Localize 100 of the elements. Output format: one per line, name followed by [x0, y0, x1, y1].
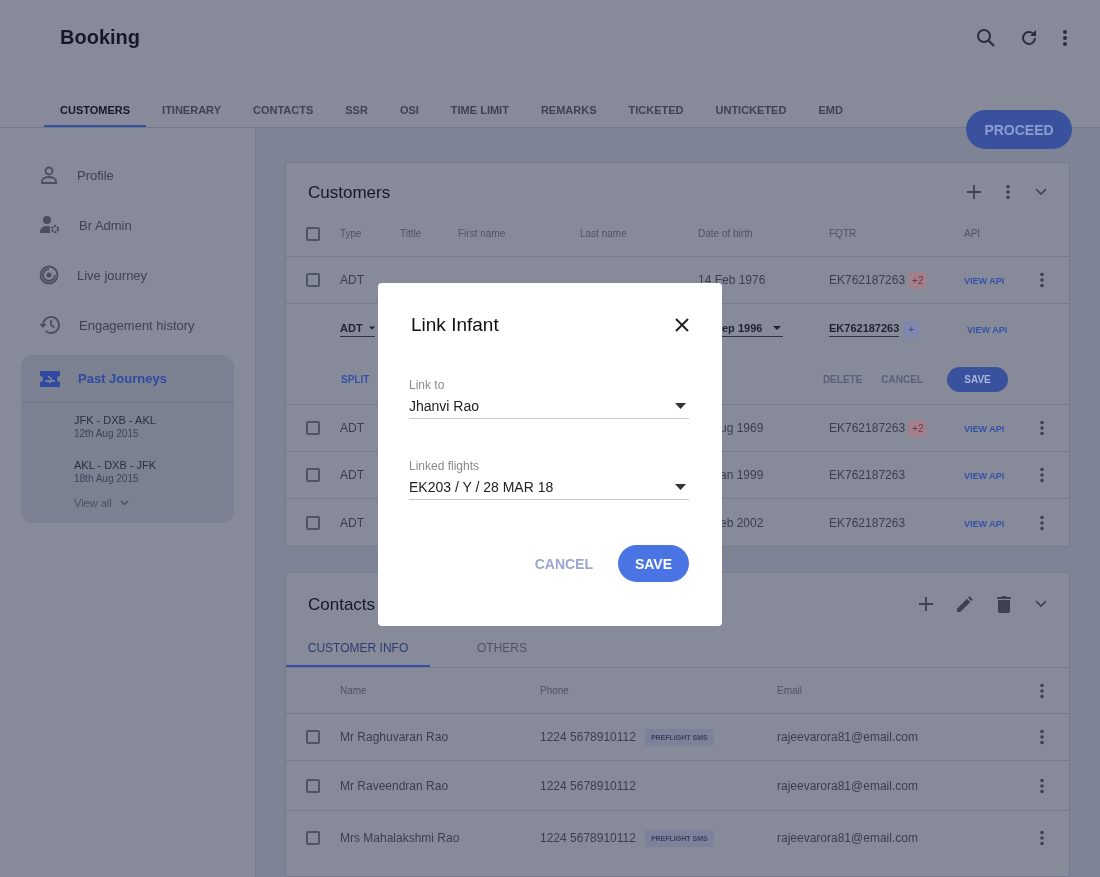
table-cell: EK762187263 [829, 421, 906, 435]
caret-icon [675, 484, 686, 490]
close-icon[interactable] [675, 318, 689, 332]
view-api-link[interactable]: VIEW API [964, 471, 1005, 481]
dialog-title: Link Infant [411, 314, 499, 336]
chevron-down-icon [119, 500, 129, 506]
table-cell-text: Mr Raveendran Rao [340, 778, 450, 793]
table-cell-text: rajeevarora81@email.com [777, 730, 919, 744]
checkbox[interactable] [306, 468, 320, 482]
checkbox[interactable] [306, 421, 320, 435]
table-cell: 1224 5678910112 [540, 831, 636, 845]
trip-date: 18th Aug 2015 [74, 473, 140, 484]
more-icon[interactable] [1039, 420, 1045, 436]
save-button[interactable]: SAVE [947, 366, 1008, 392]
table-cell: EK762187263 [829, 515, 906, 530]
view-api-link[interactable]: VIEW API [964, 276, 1005, 286]
column-header: Phone [540, 685, 570, 696]
nav-tab[interactable]: ITINERARY [146, 104, 237, 127]
sidebar-item[interactable]: Profile [0, 150, 255, 200]
nav-tab[interactable]: TICKETED [612, 104, 700, 127]
chevron-down-icon[interactable] [1035, 188, 1047, 196]
ticket-plane-icon [40, 370, 60, 387]
table-cell: 1224 5678910112 [540, 778, 636, 793]
more-icon[interactable] [1039, 830, 1045, 846]
add-badge[interactable]: + [903, 320, 920, 338]
count-badge: +2 [909, 271, 927, 289]
add-icon[interactable] [919, 597, 933, 611]
user-gear-icon [39, 215, 61, 235]
nav-tab[interactable]: SSR [329, 104, 384, 127]
select-field[interactable]: Jhanvi Rao [409, 398, 689, 419]
fqtr-field[interactable]: EK762187263 [829, 321, 900, 337]
column-header: First name [458, 228, 507, 239]
table-cell: EK762187263 [829, 468, 906, 482]
add-icon[interactable] [967, 185, 981, 199]
table-cell-text: ADT [340, 273, 365, 287]
caret-icon [368, 325, 375, 330]
nav-tab[interactable]: CONTACTS [236, 104, 330, 127]
cancel-button[interactable]: CANCEL [534, 555, 593, 572]
table-cell-text: Mrs Mahalakshmi Rao [340, 831, 461, 845]
save-button[interactable]: SAVE [618, 545, 689, 582]
sidebar-item[interactable]: Br Admin [0, 200, 255, 250]
pencil-icon[interactable] [957, 596, 973, 612]
type-select[interactable]: ADT [340, 321, 375, 337]
caret-icon [773, 325, 781, 330]
column-header: FQTR [829, 228, 858, 239]
nav-tab[interactable]: REMARKS [524, 104, 613, 127]
trip-date: 12th Aug 2015 [74, 428, 140, 439]
sidebar-item[interactable]: Engagement history [0, 300, 255, 350]
count-badge: +2 [909, 419, 927, 437]
checkbox[interactable] [306, 831, 320, 845]
view-api-link[interactable]: VIEW API [967, 325, 1008, 335]
select-field[interactable]: EK203 / Y / 28 MAR 18 [409, 479, 689, 500]
more-icon[interactable] [1062, 28, 1068, 47]
table-cell: 1224 5678910112 [540, 730, 636, 744]
section-tab[interactable]: OTHERS [430, 630, 574, 667]
more-icon[interactable] [1039, 777, 1045, 794]
checkbox[interactable] [306, 730, 320, 744]
nav-tab[interactable]: TIME LIMIT [434, 104, 525, 127]
person-icon [39, 165, 59, 185]
table-cell-text: ADT [340, 468, 365, 482]
field-label: Linked flights [409, 459, 481, 473]
table-cell-text: rajeevarora81@email.com [777, 831, 919, 845]
more-icon[interactable] [1039, 272, 1045, 288]
more-icon[interactable] [1039, 682, 1045, 699]
more-icon[interactable] [1005, 184, 1011, 200]
page-title: Booking [60, 26, 140, 49]
field-label: Link to [409, 378, 446, 392]
column-header: Name [340, 685, 368, 696]
view-api-link[interactable]: VIEW API [964, 518, 1005, 529]
table-cell-text: Mr Raghuvaran Rao [340, 730, 450, 744]
trash-icon[interactable] [997, 595, 1011, 613]
card-title: Contacts [308, 595, 376, 615]
checkbox[interactable] [306, 778, 320, 793]
nav-tab[interactable]: OSI [383, 104, 435, 127]
more-icon[interactable] [1039, 729, 1045, 745]
table-cell: EK762187263 [829, 273, 906, 287]
caret-icon [675, 403, 686, 409]
checkbox[interactable] [306, 515, 320, 530]
proceed-button[interactable]: PROCEED [966, 110, 1072, 149]
more-icon[interactable] [1039, 514, 1045, 531]
split-link[interactable]: SPLIT [341, 373, 370, 385]
trip-route[interactable]: JFK - DXB - AKL [74, 414, 234, 426]
nav-tab[interactable]: EMD [802, 104, 859, 127]
section-tab[interactable]: CUSTOMER INFO [286, 630, 430, 667]
search-icon[interactable] [976, 27, 996, 48]
card-title: Customers [308, 183, 391, 203]
more-icon[interactable] [1039, 467, 1045, 483]
chevron-down-icon[interactable] [1035, 600, 1047, 608]
checkbox[interactable] [306, 226, 320, 241]
trip-route[interactable]: AKL - DXB - JFK [74, 459, 234, 471]
history-icon [39, 315, 61, 335]
sidebar-item[interactable]: Live journey [0, 250, 255, 300]
table-cell-text: rajeevarora81@email.com [777, 778, 919, 793]
past-journeys-header[interactable]: Past Journeys [21, 355, 234, 403]
table-cell-text: ADT [340, 515, 365, 530]
column-header: API [964, 228, 982, 239]
nav-tab[interactable]: UNTICKETED [699, 104, 803, 127]
checkbox[interactable] [306, 273, 320, 287]
view-api-link[interactable]: VIEW API [964, 424, 1005, 434]
table-cell-text: ADT [340, 421, 365, 435]
